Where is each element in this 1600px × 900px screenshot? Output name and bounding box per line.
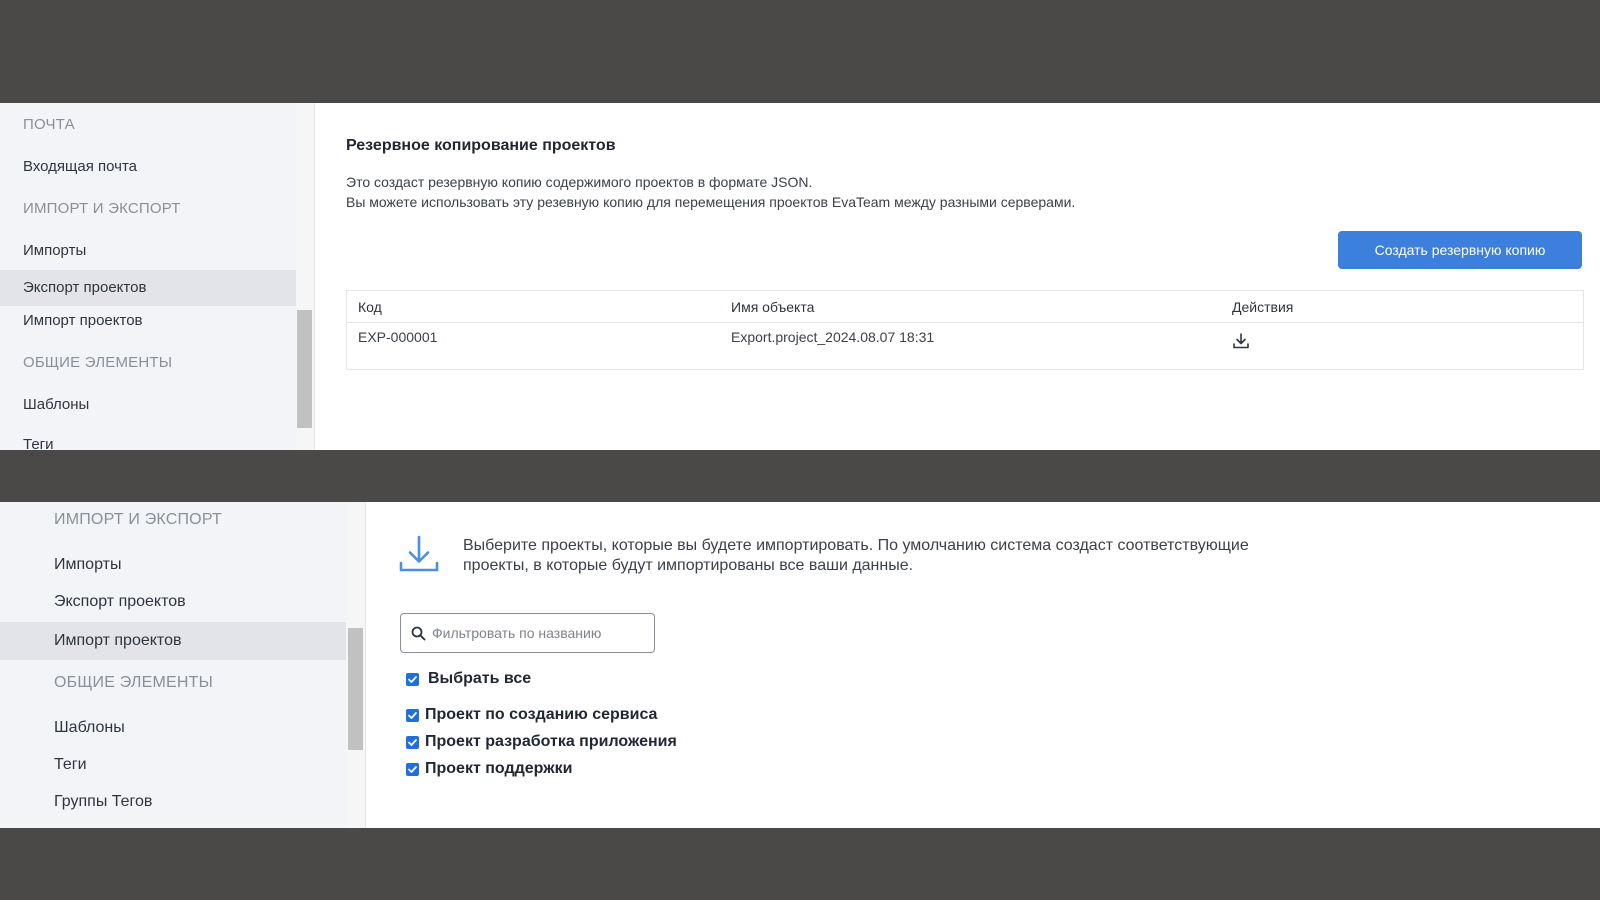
import-info-line-2: проекты, в которые будут импортированы в…	[463, 557, 914, 574]
sidebar-section-import-export: ИМПОРТ И ЭКСПОРТ	[54, 511, 222, 528]
sidebar-item-import-projects[interactable]: Импорт проектов	[23, 312, 143, 329]
sidebar-section-common: ОБЩИЕ ЭЛЕМЕНТЫ	[54, 674, 213, 691]
export-panel: ПОЧТА Входящая почта ИМПОРТ И ЭКСПОРТ Им…	[0, 103, 1600, 450]
import-panel: ИМПОРТ И ЭКСПОРТ Импорты Экспорт проекто…	[0, 502, 1600, 828]
sidebar-item-templates[interactable]: Шаблоны	[54, 719, 125, 737]
project-checkbox[interactable]	[406, 762, 419, 776]
page-title: Резервное копирование проектов	[346, 137, 616, 154]
column-header-code: Код	[358, 299, 382, 315]
download-icon[interactable]	[1232, 332, 1250, 355]
project-row: Проект поддержки	[406, 760, 572, 778]
select-all-checkbox[interactable]	[406, 672, 419, 686]
search-icon	[411, 626, 426, 641]
sidebar: ПОЧТА Входящая почта ИМПОРТ И ЭКСПОРТ Им…	[0, 103, 315, 450]
project-label: Проект по созданию сервиса	[425, 706, 658, 723]
column-header-name: Имя объекта	[731, 299, 815, 315]
table-header-divider	[347, 322, 1583, 323]
create-backup-button[interactable]: Создать резервную копию	[1338, 231, 1582, 269]
sidebar-section-import-export: ИМПОРТ И ЭКСПОРТ	[23, 200, 181, 217]
sidebar-item-import-projects[interactable]: Импорт проектов	[0, 622, 346, 660]
sidebar-scrollbar[interactable]	[296, 103, 314, 450]
sidebar-item-inbox[interactable]: Входящая почта	[23, 158, 137, 175]
exports-table: Код Имя объекта Действия EXP-000001 Expo…	[346, 290, 1584, 370]
project-label: Проект поддержки	[425, 760, 573, 777]
project-row: Проект разработка приложения	[406, 733, 677, 751]
project-checkbox[interactable]	[406, 735, 419, 749]
column-header-actions: Действия	[1232, 299, 1294, 315]
table-cell-name: Export.project_2024.08.07 18:31	[731, 329, 935, 345]
project-row: Проект по созданию сервиса	[406, 706, 657, 724]
select-all-row: Выбрать все	[406, 670, 531, 688]
import-info-line-1: Выберите проекты, которые вы будете импо…	[463, 537, 1249, 554]
sidebar-scrollbar[interactable]	[346, 502, 365, 828]
sidebar-item-tag-groups[interactable]: Группы Тегов	[54, 793, 152, 811]
select-all-label: Выбрать все	[428, 670, 532, 687]
sidebar-item-tags[interactable]: Теги	[54, 756, 87, 774]
project-checkbox[interactable]	[406, 708, 419, 722]
filter-search-box[interactable]	[400, 613, 655, 653]
description-line-1: Это создаст резервную копию содержимого …	[346, 174, 813, 190]
download-icon	[398, 534, 440, 581]
sidebar-section-common: ОБЩИЕ ЭЛЕМЕНТЫ	[23, 354, 173, 371]
table-cell-code: EXP-000001	[358, 329, 438, 345]
sidebar-section-mail: ПОЧТА	[23, 116, 75, 133]
sidebar-item-tags[interactable]: Теги	[23, 436, 54, 450]
sidebar-item-export-projects[interactable]: Экспорт проектов	[0, 270, 296, 306]
filter-input[interactable]	[432, 625, 642, 641]
project-label: Проект разработка приложения	[425, 733, 677, 750]
description-line-2: Вы можете использовать эту резевную копи…	[346, 194, 1076, 210]
sidebar-item-export-projects[interactable]: Экспорт проектов	[54, 593, 186, 611]
sidebar: ИМПОРТ И ЭКСПОРТ Импорты Экспорт проекто…	[0, 502, 366, 828]
sidebar-item-imports[interactable]: Импорты	[23, 242, 86, 259]
sidebar-scrollbar-thumb[interactable]	[297, 310, 312, 428]
main-content: Выберите проекты, которые вы будете импо…	[366, 502, 1600, 828]
sidebar-scrollbar-thumb[interactable]	[348, 628, 363, 750]
sidebar-item-imports[interactable]: Импорты	[54, 556, 121, 574]
sidebar-item-templates[interactable]: Шаблоны	[23, 396, 89, 413]
main-content: Резервное копирование проектов Это созда…	[315, 103, 1600, 450]
